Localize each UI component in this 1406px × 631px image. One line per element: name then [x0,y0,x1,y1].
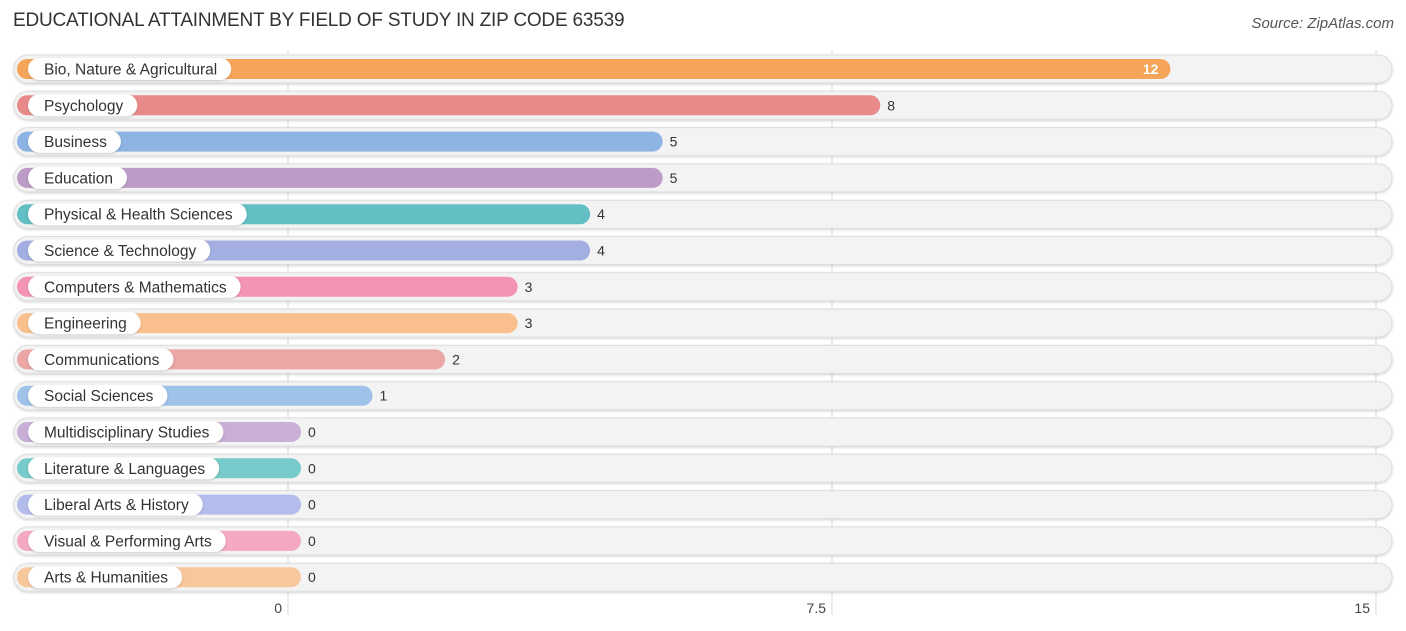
value-label: 3 [525,315,533,331]
category-label: Bio, Nature & Agricultural [44,62,217,79]
bar-row: Liberal Arts & History 0 [13,490,1393,520]
value-label: 0 [308,497,316,513]
value-label: 4 [597,243,605,259]
category-label: Liberal Arts & History [44,497,189,514]
category-label: Social Sciences [44,388,154,405]
category-label: Visual & Performing Arts [44,533,212,550]
x-tick-label: 15 [1354,600,1370,616]
bar-row: Business 5 [13,127,1393,157]
bar-row: Bio, Nature & Agricultural 12 [13,54,1393,84]
bar-row: Engineering 3 [13,308,1393,338]
value-label: 2 [452,351,460,367]
category-label: Physical & Health Sciences [44,207,233,224]
value-label: 5 [670,134,678,150]
category-label: Communications [44,352,160,369]
category-label: Computers & Mathematics [44,279,227,296]
value-label: 5 [670,170,678,186]
category-label: Business [44,134,107,151]
value-label: 1 [380,388,388,404]
value-label: 4 [597,206,605,222]
bar-row: Visual & Performing Arts 0 [13,526,1393,556]
bar-row: Science & Technology 4 [13,236,1393,265]
x-tick-label: 7.5 [807,600,827,616]
bar-chart: Bio, Nature & Agricultural 12Psychology 8B… [13,50,1393,616]
category-label: Multidisciplinary Studies [44,425,210,442]
category-label: Literature & Languages [44,461,205,478]
value-label: 8 [887,97,895,113]
bar [17,95,881,116]
bar-row: Multidisciplinary Studies 0 [13,417,1393,447]
bar-row: Computers & Mathematics 3 [13,272,1393,302]
bar-row: Psychology 8 [13,90,1393,120]
value-label: 0 [308,460,316,476]
category-label: Engineering [44,316,127,333]
bar-row: Social Sciences 1 [13,381,1393,411]
category-label: Psychology [44,98,124,115]
value-label: 0 [308,569,316,585]
bar-row: Literature & Languages 0 [13,453,1393,483]
bar-row: Arts & Humanities 0 [13,562,1393,592]
x-axis-ticks: 0 7.5 15 [274,600,1370,616]
category-label: Arts & Humanities [44,570,168,587]
bar-row: Physical & Health Sciences 4 [13,199,1393,229]
category-label: Education [44,170,113,187]
category-label: Science & Technology [44,243,196,260]
bar-row: Communications 2 [13,344,1393,374]
value-label: 12 [1143,61,1159,77]
value-label: 0 [308,424,316,440]
bar-rows: Bio, Nature & Agricultural 12Psychology 8B… [13,54,1393,592]
value-label: 3 [525,279,533,295]
value-label: 0 [308,533,316,549]
bar-row: Education 5 [13,163,1393,193]
x-tick-label: 0 [274,600,282,616]
